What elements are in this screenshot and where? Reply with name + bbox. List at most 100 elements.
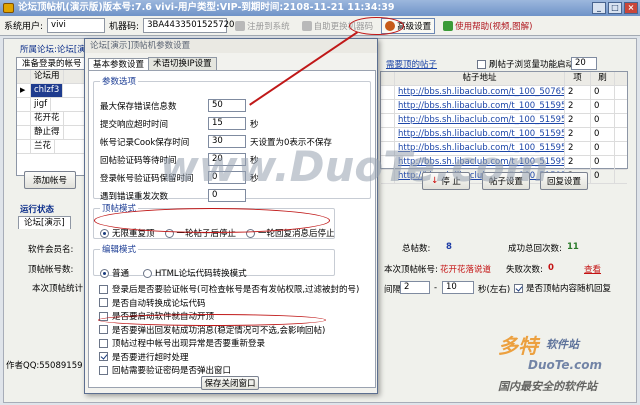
table-row[interactable]: http://bbs.sh.libaclub.com/t_100_51595..…: [381, 142, 627, 156]
settings-field-row: 回帖验证码等待时间 20 秒: [100, 153, 259, 166]
account-count-label: 顶帖帐号数:: [28, 265, 74, 275]
table-row[interactable]: ▶ chlzf3: [17, 84, 87, 98]
table-row[interactable]: jigf: [17, 98, 87, 112]
option-checkbox[interactable]: 登录后是否要验证帐号(可检查帐号是否有发帖权限,过滤被封的号): [99, 283, 359, 295]
post-url[interactable]: http://bbs.sh.libaclub.com/t_100_51595..…: [395, 128, 565, 141]
help-icon: [443, 20, 454, 31]
option-label: 登录后是否要验证帐号(可检查帐号是否有发帖权限,过滤被封的号): [112, 285, 360, 295]
help-button[interactable]: 使用帮助(视频,图解): [439, 18, 536, 34]
register-button[interactable]: 注册到系统: [231, 18, 294, 34]
user-field: vivi: [47, 18, 106, 33]
field-label: 登录帐号验证码保留时间: [100, 173, 194, 184]
current-stats-label: 本次顶帖统计: [32, 284, 84, 294]
field-input[interactable]: 0: [208, 189, 246, 202]
close-button[interactable]: ×: [624, 2, 638, 14]
minimize-button[interactable]: _: [592, 2, 606, 14]
add-account-button[interactable]: 添加帐号: [24, 171, 76, 189]
table-row[interactable]: 静止得: [17, 126, 87, 140]
post-refresh: 0: [591, 128, 615, 141]
table-row[interactable]: http://bbs.sh.libaclub.com/t_100_51595..…: [381, 100, 627, 114]
field-input[interactable]: 20: [208, 153, 246, 166]
field-label: 提交响应超时时间: [100, 119, 169, 130]
fail-label: 失败次数:: [506, 265, 543, 275]
machine-label: 机器码:: [109, 22, 140, 32]
posts-table: 帖子地址项刷 http://bbs.sh.libaclub.com/t_100_…: [380, 71, 628, 184]
interval-from-input[interactable]: 2: [400, 281, 430, 294]
post-settings-button[interactable]: 帖子设置: [482, 172, 530, 190]
table-row[interactable]: http://bbs.sh.libaclub.com/t_100_51595..…: [381, 128, 627, 142]
post-count: 2: [565, 128, 591, 141]
dialog-tabs: 基本参数设置 术语切换IP设置: [88, 57, 217, 71]
annotation-circle-mode: [94, 208, 330, 233]
interval-unit: 秒(左右): [478, 285, 511, 295]
accounts-table: 论坛用 ▶ chlzf3 jigf 花开花 静止得 兰花: [16, 69, 88, 176]
post-refresh: 0: [591, 142, 615, 155]
option-label: 是否自动转换成论坛代码: [112, 298, 206, 309]
annotation-circle-option: [98, 314, 326, 326]
view-boost-count[interactable]: 20: [571, 57, 597, 70]
field-unit: 秒: [250, 119, 259, 130]
field-unit: 秒: [250, 173, 259, 184]
post-url[interactable]: http://bbs.sh.libaclub.com/t_100_51595..…: [395, 100, 565, 113]
field-input[interactable]: 15: [208, 117, 246, 130]
field-input[interactable]: 50: [208, 99, 246, 112]
member-label: 软件会员名:: [28, 245, 74, 255]
machine-code-field: 3BA4433501525720: [143, 18, 234, 33]
settings-field-row: 登录帐号验证码保留时间 0 秒: [100, 171, 259, 184]
option-checkbox[interactable]: 是否自动转换成论坛代码: [99, 297, 206, 309]
auto-reply-checkbox[interactable]: 是否顶帖内容随机回复: [514, 282, 611, 294]
interval-to-input[interactable]: 10: [442, 281, 474, 294]
option-checkbox[interactable]: 顶帖过程中帐号出现异常是否要重新登录: [99, 337, 265, 349]
left-tabs: 准备登录的帐号: [16, 56, 88, 70]
reply-settings-button[interactable]: 回复设置: [540, 172, 588, 190]
view-boost-checkbox[interactable]: 刷帖子浏览量功能启动: [477, 58, 574, 70]
view-link[interactable]: 查看: [584, 263, 601, 275]
post-url[interactable]: http://bbs.sh.libaclub.com/t_100_51595..…: [395, 142, 565, 155]
option-checkbox[interactable]: 是否要进行超时处理: [99, 351, 189, 363]
posts-group-title[interactable]: 需要顶的帖子: [386, 58, 437, 70]
post-url[interactable]: http://bbs.sh.libaclub.com/t_100_51595..…: [395, 114, 565, 127]
post-count: 2: [565, 100, 591, 113]
dialog-title: 论坛[演示]顶帖机参数设置: [85, 39, 377, 53]
option-label: 是否要进行超时处理: [112, 352, 189, 363]
edit-mode-group: 编辑模式 普通 HTML论坛代码转换模式: [93, 243, 335, 279]
register-icon: [235, 20, 246, 31]
toolbar: 系统用户: vivi 机器码: 3BA4433501525720 注册到系统 自…: [0, 16, 640, 36]
save-close-button[interactable]: 保存关闭窗口: [201, 376, 259, 390]
total-posts-label: 总帖数:: [402, 244, 431, 254]
field-label: 遇到错误重发次数: [100, 191, 169, 202]
current-account-label: 本次顶帖帐号:: [384, 265, 438, 275]
title-bar: 论坛顶帖机(演示版)版本号:7.6 vivi-用户类型:VIP-到期时间:210…: [0, 0, 640, 16]
table-row[interactable]: 花开花: [17, 112, 87, 126]
stop-icon: ↓: [431, 176, 439, 186]
option-label: 顶帖过程中帐号出现异常是否要重新登录: [112, 339, 266, 349]
tab-ip-settings[interactable]: 术语切换IP设置: [148, 57, 217, 70]
status-title: 运行状态: [20, 205, 55, 215]
field-input[interactable]: 30: [208, 135, 246, 148]
post-refresh: 0: [591, 100, 615, 113]
settings-field-row: 帐号记录Cook保存时间 30 天设置为0表示不保存: [100, 135, 332, 148]
option-checkbox[interactable]: 回帖需要验证密码是否弹出窗口: [99, 364, 231, 376]
post-count: 2: [565, 156, 591, 169]
tab-forum-demo[interactable]: 论坛[演示]: [18, 216, 71, 229]
app-icon: [3, 3, 14, 13]
stop-button[interactable]: ↓ 停 止: [422, 172, 470, 190]
table-row[interactable]: http://bbs.sh.libaclub.com/t_100_51595..…: [381, 114, 627, 128]
post-url[interactable]: http://bbs.sh.libaclub.com/t_100_50765..…: [395, 86, 565, 99]
field-input[interactable]: 0: [208, 171, 246, 184]
table-row[interactable]: http://bbs.sh.libaclub.com/t_100_51595..…: [381, 156, 627, 170]
field-unit: 秒: [250, 155, 259, 166]
maximize-button[interactable]: □: [608, 2, 622, 14]
edit-radio-normal[interactable]: 普通: [100, 267, 129, 279]
field-label: 回帖验证码等待时间: [100, 155, 177, 166]
field-unit: 天设置为0表示不保存: [250, 137, 332, 148]
post-count: 2: [565, 86, 591, 99]
post-url[interactable]: http://bbs.sh.libaclub.com/t_100_51595..…: [395, 156, 565, 169]
success-label: 成功总回次数:: [508, 244, 562, 254]
table-row[interactable]: http://bbs.sh.libaclub.com/t_100_50765..…: [381, 86, 627, 100]
user-label: 系统用户:: [4, 22, 44, 32]
table-row[interactable]: 兰花: [17, 140, 87, 154]
post-count: 2: [565, 114, 591, 127]
fail-value: 0: [548, 263, 554, 273]
edit-radio-html[interactable]: HTML论坛代码转换模式: [143, 267, 247, 279]
